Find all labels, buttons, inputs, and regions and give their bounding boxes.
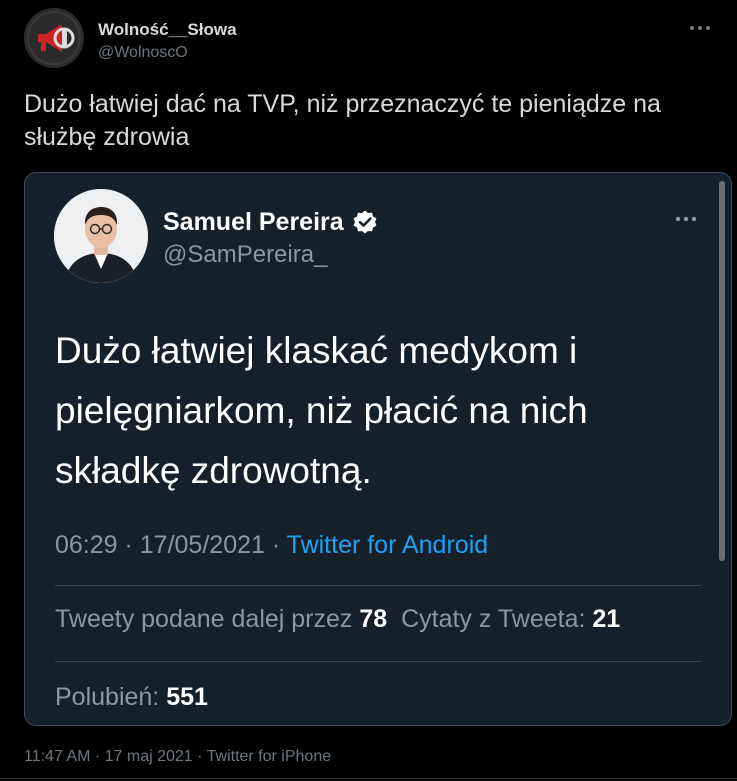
- tweet-text: Dużo łatwiej dać na TVP, niż przeznaczyć…: [24, 90, 661, 151]
- avatar[interactable]: [24, 8, 84, 68]
- quoted-tweet-text: Dużo łatwiej klaskać medykom i pielęgnia…: [55, 330, 588, 491]
- quoted-name-row: Samuel Pereira: [163, 205, 378, 239]
- author-name[interactable]: Wolność__Słowa: [98, 20, 237, 40]
- quoted-source-link[interactable]: Twitter for Android: [287, 531, 488, 559]
- retweets-count[interactable]: 78: [359, 605, 387, 633]
- quoted-timestamp[interactable]: 06:29 · 17/05/2021 ·: [55, 531, 287, 559]
- retweets-label[interactable]: Tweety podane dalej przez: [55, 605, 359, 633]
- divider: [55, 661, 701, 662]
- author-handle[interactable]: @WolnoscO: [98, 44, 188, 62]
- megaphone-icon: [24, 8, 84, 68]
- divider: [55, 585, 701, 586]
- likes-count[interactable]: 551: [166, 683, 208, 711]
- scrollbar[interactable]: [719, 181, 725, 571]
- tweet-meta[interactable]: 11:47 AM · 17 maj 2021 · Twitter for iPh…: [24, 748, 331, 766]
- tweet-header: Wolność__Słowa @WolnoscO: [24, 8, 714, 70]
- person-photo-icon: [54, 189, 148, 283]
- quoted-tweet-meta: 06:29 · 17/05/2021 · Twitter for Android: [55, 531, 488, 560]
- quoted-author-name[interactable]: Samuel Pereira: [163, 208, 344, 237]
- verified-badge-icon: [353, 210, 377, 234]
- quoted-more-icon[interactable]: [671, 209, 701, 229]
- quotes-count[interactable]: 21: [592, 605, 620, 633]
- divider: [0, 778, 737, 779]
- quotes-label[interactable]: Cytaty z Tweeta:: [401, 605, 592, 633]
- quoted-author-handle[interactable]: @SamPereira_: [163, 241, 327, 269]
- likes-label[interactable]: Polubień:: [55, 683, 166, 711]
- quoted-likes: Polubień: 551: [55, 683, 208, 712]
- scrollbar-thumb[interactable]: [719, 181, 725, 561]
- quoted-tweet-card[interactable]: Samuel Pereira @SamPereira_ Dużo łatwiej…: [24, 172, 732, 726]
- more-icon[interactable]: [686, 18, 714, 38]
- quoted-avatar[interactable]: [54, 189, 148, 283]
- quoted-stats: Tweety podane dalej przez 78 Cytaty z Tw…: [55, 605, 620, 634]
